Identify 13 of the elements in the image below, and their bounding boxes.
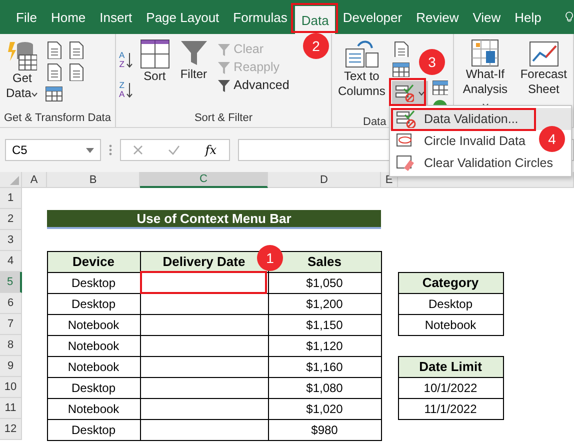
table-cell: Desktop: [398, 292, 504, 314]
table-cell: Desktop: [46, 418, 140, 440]
table-cell: 11/1/2022: [398, 398, 504, 420]
group-label: Data: [363, 115, 386, 129]
sheet-title: Use of Context Menu Bar: [47, 210, 381, 229]
column-heading: Device: [46, 250, 140, 272]
column-heading: Date Limit: [398, 356, 504, 378]
column-heading: Category: [398, 272, 504, 294]
table-cell: Notebook: [398, 314, 504, 336]
table-cell: $980: [268, 418, 382, 440]
group-label: Get & Transform Data: [4, 111, 111, 126]
table-cell: 10/1/2022: [398, 376, 504, 398]
group-label: Sort & Filter: [194, 111, 253, 126]
